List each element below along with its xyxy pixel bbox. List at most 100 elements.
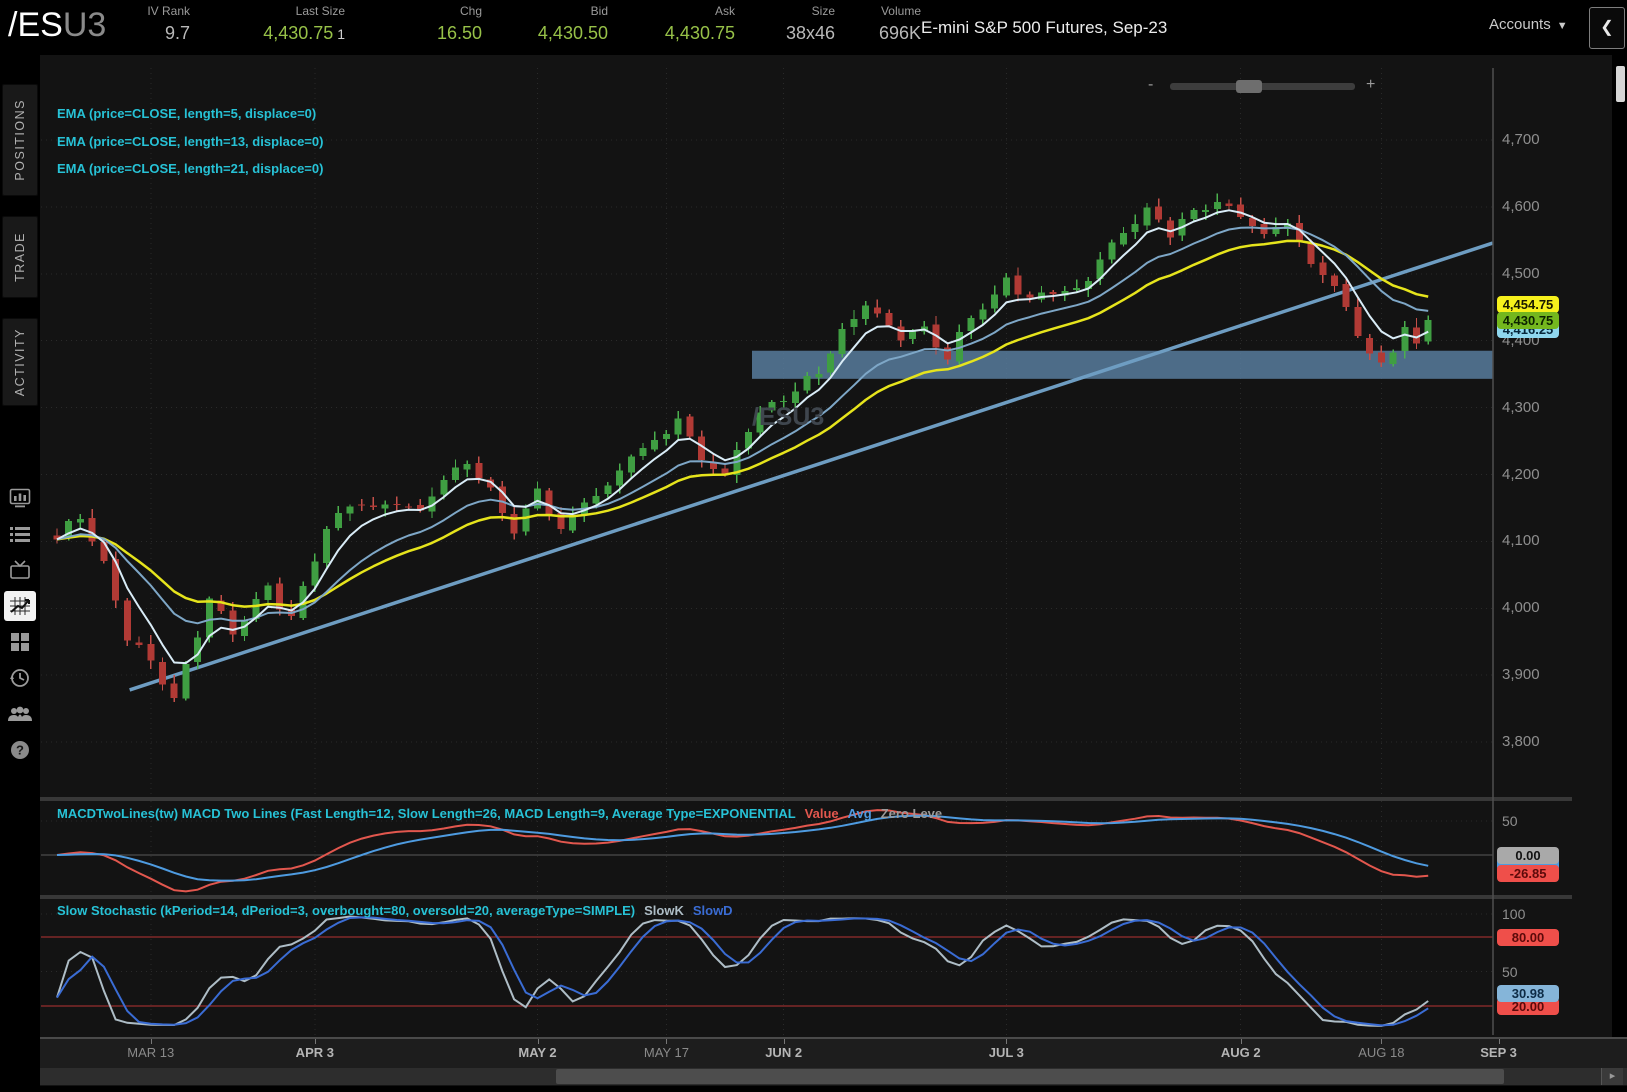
help-icon: ? [11, 741, 29, 759]
time-axis-label: JUN 2 [765, 1045, 803, 1060]
ema-13-line [56, 226, 1429, 625]
stoch-axis-label: 100 [1502, 906, 1526, 922]
quote-stat-last-size: Last Size 4,430.75 1 [205, 4, 345, 46]
stat-value: 4,430.75 [664, 23, 735, 43]
tv-icon [10, 560, 30, 579]
stat-label: IV Rank [147, 4, 190, 18]
price-axis-label: 3,900 [1502, 666, 1540, 684]
time-axis-tick [150, 1039, 152, 1044]
time-axis-label: APR 3 [295, 1045, 334, 1060]
history-clock-icon [10, 669, 29, 687]
sidebar-item-tv[interactable] [0, 552, 40, 588]
symbol-month-code: U3 [62, 6, 107, 44]
time-axis-label: SEP 3 [1480, 1045, 1517, 1060]
price-axis-label: 3,800 [1502, 733, 1540, 751]
quote-stat-chg: Chg 16.50 [390, 4, 482, 45]
sidebar-item-grid[interactable] [0, 624, 40, 660]
time-axis-tick [1240, 1039, 1242, 1044]
zoom-out-button[interactable]: - [1148, 77, 1153, 93]
stat-value: 38x46 [785, 23, 835, 43]
stat-label: Size [811, 4, 835, 18]
candles-layer [53, 193, 1432, 703]
stat-value: 16.50 [436, 23, 482, 43]
sidebar-icons: ? [0, 480, 40, 768]
panel-separator[interactable] [40, 797, 1572, 801]
right-scroll-gutter [1612, 55, 1627, 1037]
sidebar-item-market-monitor[interactable] [0, 480, 40, 516]
sidebar-tab-trade[interactable]: TRADE [2, 216, 38, 298]
stoch-value-bubble: 80.00 [1497, 928, 1559, 946]
quote-stat-volume: Volume 696K [843, 4, 921, 45]
horizontal-scrollbar[interactable]: ▸ [40, 1068, 1627, 1085]
collapse-panel-button[interactable]: ❮ [1589, 7, 1625, 49]
time-axis-tick [783, 1039, 785, 1044]
sidebar-item-history[interactable] [0, 660, 40, 696]
charts-icon [4, 591, 36, 621]
scroll-right-button[interactable]: ▸ [1601, 1068, 1623, 1085]
macd-value-bubble: 0.00 [1497, 846, 1559, 864]
ema-study-label-2[interactable]: EMA (price=CLOSE, length=21, displace=0) [57, 161, 323, 176]
time-axis-label: AUG 2 [1220, 1045, 1261, 1060]
stoch-study-label: Slow Stochastic (kPeriod=14, dPeriod=3, … [57, 903, 733, 918]
stat-label: Bid [590, 4, 608, 18]
stat-value: 4,430.50 [537, 23, 608, 43]
sidebar-tab-label: ACTIVITY [13, 327, 27, 397]
sidebar-item-charts[interactable] [0, 588, 40, 624]
ema-study-label-0[interactable]: EMA (price=CLOSE, length=5, displace=0) [57, 106, 316, 121]
watchlist-icon [10, 527, 30, 542]
sidebar-tab-activity[interactable]: ACTIVITY [2, 318, 38, 406]
trendline-drawing[interactable] [129, 241, 1494, 692]
panel-separator[interactable] [40, 895, 1572, 899]
time-axis-tick [1498, 1039, 1500, 1044]
chart-panel: - + EMA (price=CLOSE, length=5, displace… [40, 55, 1627, 1092]
price-axis-label: 4,100 [1502, 532, 1540, 550]
stat-label: Chg [459, 4, 482, 18]
macd-avg-line [56, 814, 1429, 882]
vertical-scrollbar-thumb[interactable] [1616, 66, 1625, 102]
sidebar-tab-label: POSITIONS [13, 99, 27, 181]
sidebar-item-watchlist[interactable] [0, 516, 40, 552]
stat-label: Ask [714, 4, 735, 18]
time-axis-label: MAR 13 [127, 1045, 175, 1060]
stoch-value-bubble: 30.98 [1497, 984, 1559, 1002]
symbol-ticker[interactable]: /ESU3 [8, 6, 106, 45]
sidebar-item-community[interactable] [0, 696, 40, 732]
stat-value: 696K [878, 23, 921, 43]
sidebar-tabs: POSITIONS TRADE ACTIVITY [0, 84, 38, 426]
sidebar-tab-positions[interactable]: POSITIONS [2, 84, 38, 196]
price-chart[interactable] [40, 68, 1627, 1037]
stat-value: 4,430.75 1 [263, 23, 345, 43]
accounts-dropdown[interactable]: Accounts ▼ [1489, 16, 1568, 33]
plot-tag-zero-leve: Zero Leve [880, 806, 943, 821]
price-axis-label: 4,500 [1502, 264, 1540, 282]
sidebar-item-help[interactable]: ? [0, 732, 40, 768]
ema-21-line [56, 239, 1429, 608]
price-axis-label: 4,200 [1502, 465, 1540, 483]
ema-study-label-1[interactable]: EMA (price=CLOSE, length=13, displace=0) [57, 134, 323, 149]
trading-platform-window: /ESU3 IV Rank 9.7 Last Size 4,430.75 1 Chg 16… [0, 0, 1627, 1092]
stat-label: Volume [880, 4, 921, 18]
price-axis-label: 4,600 [1502, 197, 1540, 215]
quote-stat-size: Size 38x46 [755, 4, 835, 45]
time-axis-label: MAY 2 [518, 1045, 557, 1060]
time-axis-tick [666, 1039, 668, 1044]
zoom-slider-track[interactable] [1170, 83, 1355, 90]
price-bubble: 4,454.75 [1497, 295, 1559, 313]
sidebar-tab-label: TRADE [13, 232, 27, 282]
community-users-icon [8, 706, 32, 721]
bottom-spacer [40, 1086, 1627, 1092]
quote-stat-ask: Ask 4,430.75 [627, 4, 735, 45]
zoom-slider-thumb[interactable] [1236, 80, 1262, 93]
chevron-down-icon: ▼ [1556, 20, 1568, 32]
time-axis-tick [537, 1039, 539, 1044]
chart-gridlines [41, 68, 1493, 1035]
plot-tag-slowk: SlowK [644, 903, 684, 918]
grid-icon [11, 633, 29, 651]
horizontal-scrollbar-thumb[interactable] [556, 1069, 1504, 1084]
time-axis-tick [314, 1039, 316, 1044]
zoom-in-button[interactable]: + [1366, 77, 1375, 93]
stoch-slowd-line [56, 916, 1429, 1027]
quote-stat-bid: Bid 4,430.50 [500, 4, 608, 45]
price-bubble: 4,430.75 [1497, 311, 1559, 329]
price-axis-label: 4,700 [1502, 131, 1540, 148]
